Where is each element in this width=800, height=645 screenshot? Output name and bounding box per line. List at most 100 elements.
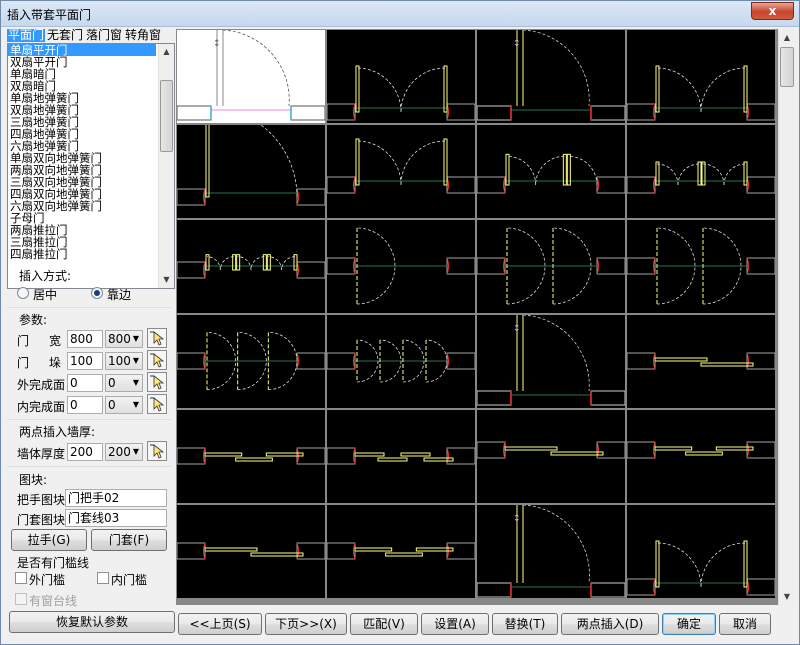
door-preview-icon [177,447,325,465]
door-thumbnail[interactable] [327,315,475,408]
frame-block-label: 门套图块 [17,513,66,527]
door-thumbnail[interactable] [327,220,475,313]
list-item[interactable]: 四扇推拉门 [8,248,174,260]
outer-threshold-checkbox[interactable] [15,572,27,584]
door-thumbnail[interactable] [627,505,775,598]
door-thumbnail[interactable] [177,125,325,218]
pick-wall-button[interactable] [147,441,167,461]
grid-scrollbar[interactable]: ▲ ▼ [778,29,795,605]
wall-combo-value: 200 [108,445,131,459]
outer-surface-input[interactable]: 0 [67,374,103,392]
chevron-down-icon: ▼ [132,447,139,456]
radio-center-label: 居中 [33,288,58,302]
frame-block-input[interactable]: 门套线03 [65,509,167,527]
restore-defaults-button[interactable]: 恢复默认参数 [9,611,175,633]
inner-surface-combo-value: 0 [108,398,116,412]
door-thumbnail[interactable] [327,410,475,503]
jamb-input[interactable]: 100 [67,352,103,370]
next-page-button[interactable]: 下页>>(X) [265,613,347,635]
jamb-label-2: 垛 [49,356,62,370]
scroll-up-icon[interactable]: ▲ [159,44,174,60]
door-preview-icon [327,227,475,305]
frame-button[interactable]: 门套(F) [91,529,167,551]
door-preview-icon [177,542,325,560]
door-thumbnail[interactable] [177,505,325,598]
close-button[interactable]: x [751,2,794,20]
tab-floor-window[interactable]: 落门窗 [85,29,123,42]
door-preview-icon [327,65,475,121]
door-thumbnail[interactable] [327,30,475,123]
door-thumbnail[interactable] [177,220,325,313]
svg-text:↕: ↕ [513,324,521,334]
pick-width-button[interactable] [147,328,167,348]
blocks-label: 图块: [19,473,48,487]
wall-thickness-input[interactable]: 200 [67,443,103,461]
door-thumbnail[interactable] [477,220,625,313]
door-preview-icon [327,138,475,194]
sill-line-checkbox[interactable] [15,593,27,605]
door-thumbnail[interactable] [627,125,775,218]
door-thumbnail[interactable]: ↕ [477,30,625,123]
tab-plane-door[interactable]: 平面门 [7,29,46,42]
door-type-list[interactable]: 单扇平开门 双扇平开门 单扇暗门 双扇暗门 单扇地弹簧门 双扇地弹簧门 三扇地弹簧门 四扇地弹… [7,43,175,289]
pick-jamb-button[interactable] [147,350,167,370]
inner-surface-label: 内完成面 [17,400,66,414]
list-scrollbar[interactable]: ▲ ▼ [158,44,174,288]
door-thumbnail[interactable] [477,125,625,218]
wall-thickness-label: 墙体厚度 [17,447,66,461]
window-title: 插入带套平面门 [7,8,92,22]
door-thumbnail[interactable] [327,125,475,218]
scroll-down-icon[interactable]: ▼ [779,588,795,605]
dialog-window: 插入带套平面门 x 平面门 无套门 落门窗 转角窗 单扇平开门 双扇平开门 单扇暗门 双扇暗… [0,0,800,645]
jamb-label-1: 门 [17,356,30,370]
scroll-thumb[interactable] [160,80,173,152]
pick-inner-button[interactable] [147,394,167,414]
replace-button[interactable]: 替换(T) [492,613,558,635]
door-thumbnail[interactable] [627,315,775,408]
radio-center[interactable] [17,287,29,299]
inner-surface-input[interactable]: 0 [67,396,103,414]
outer-surface-combo-value: 0 [108,376,116,390]
door-thumbnail[interactable] [177,315,325,408]
two-point-insert-button[interactable]: 两点插入(D) [561,613,659,635]
inner-threshold-checkbox[interactable] [97,572,109,584]
handle-button[interactable]: 拉手(G) [11,529,87,551]
door-preview-icon: ↕ [477,505,625,598]
door-preview-icon [177,125,325,206]
inner-surface-combo[interactable]: 0 ▼ [105,396,143,414]
door-thumbnail[interactable] [627,410,775,503]
scroll-up-icon[interactable]: ▲ [779,29,795,46]
outer-surface-combo[interactable]: 0 ▼ [105,374,143,392]
radio-edge[interactable] [91,287,103,299]
door-thumbnail[interactable]: ↕ [477,505,625,598]
wall-thickness-combo[interactable]: 200 ▼ [105,443,143,461]
divider [7,419,171,420]
tab-no-frame-door[interactable]: 无套门 [46,29,84,42]
scroll-down-icon[interactable]: ▼ [159,272,174,288]
door-thumbnail[interactable] [327,505,475,598]
ok-button[interactable]: 确定 [662,613,716,635]
door-thumbnail[interactable]: ↕ [177,30,325,123]
door-thumbnail[interactable]: ↕ [477,315,625,408]
door-thumbnail[interactable] [627,30,775,123]
close-icon: x [768,4,777,18]
prev-page-button[interactable]: <<上页(S) [178,613,262,635]
handle-block-input[interactable]: 门把手02 [65,489,167,507]
sill-line-label: 有窗台线 [29,594,78,608]
pick-outer-button[interactable] [147,372,167,392]
radio-edge-label: 靠边 [107,288,132,302]
door-thumbnail[interactable] [627,220,775,313]
match-button[interactable]: 匹配(V) [350,613,418,635]
jamb-combo[interactable]: 100 ▼ [105,352,143,370]
door-thumbnail[interactable] [477,410,625,503]
door-preview-icon [477,153,625,194]
svg-text:↕: ↕ [513,514,521,524]
settings-button[interactable]: 设置(A) [421,613,489,635]
width-combo[interactable]: 800 ▼ [105,330,143,348]
scroll-thumb[interactable] [780,47,794,87]
width-input[interactable]: 800 [67,330,103,348]
door-preview-icon [627,65,775,121]
door-thumbnail[interactable] [177,410,325,503]
tab-corner-window[interactable]: 转角窗 [124,29,162,42]
cancel-button[interactable]: 取消 [719,613,771,635]
